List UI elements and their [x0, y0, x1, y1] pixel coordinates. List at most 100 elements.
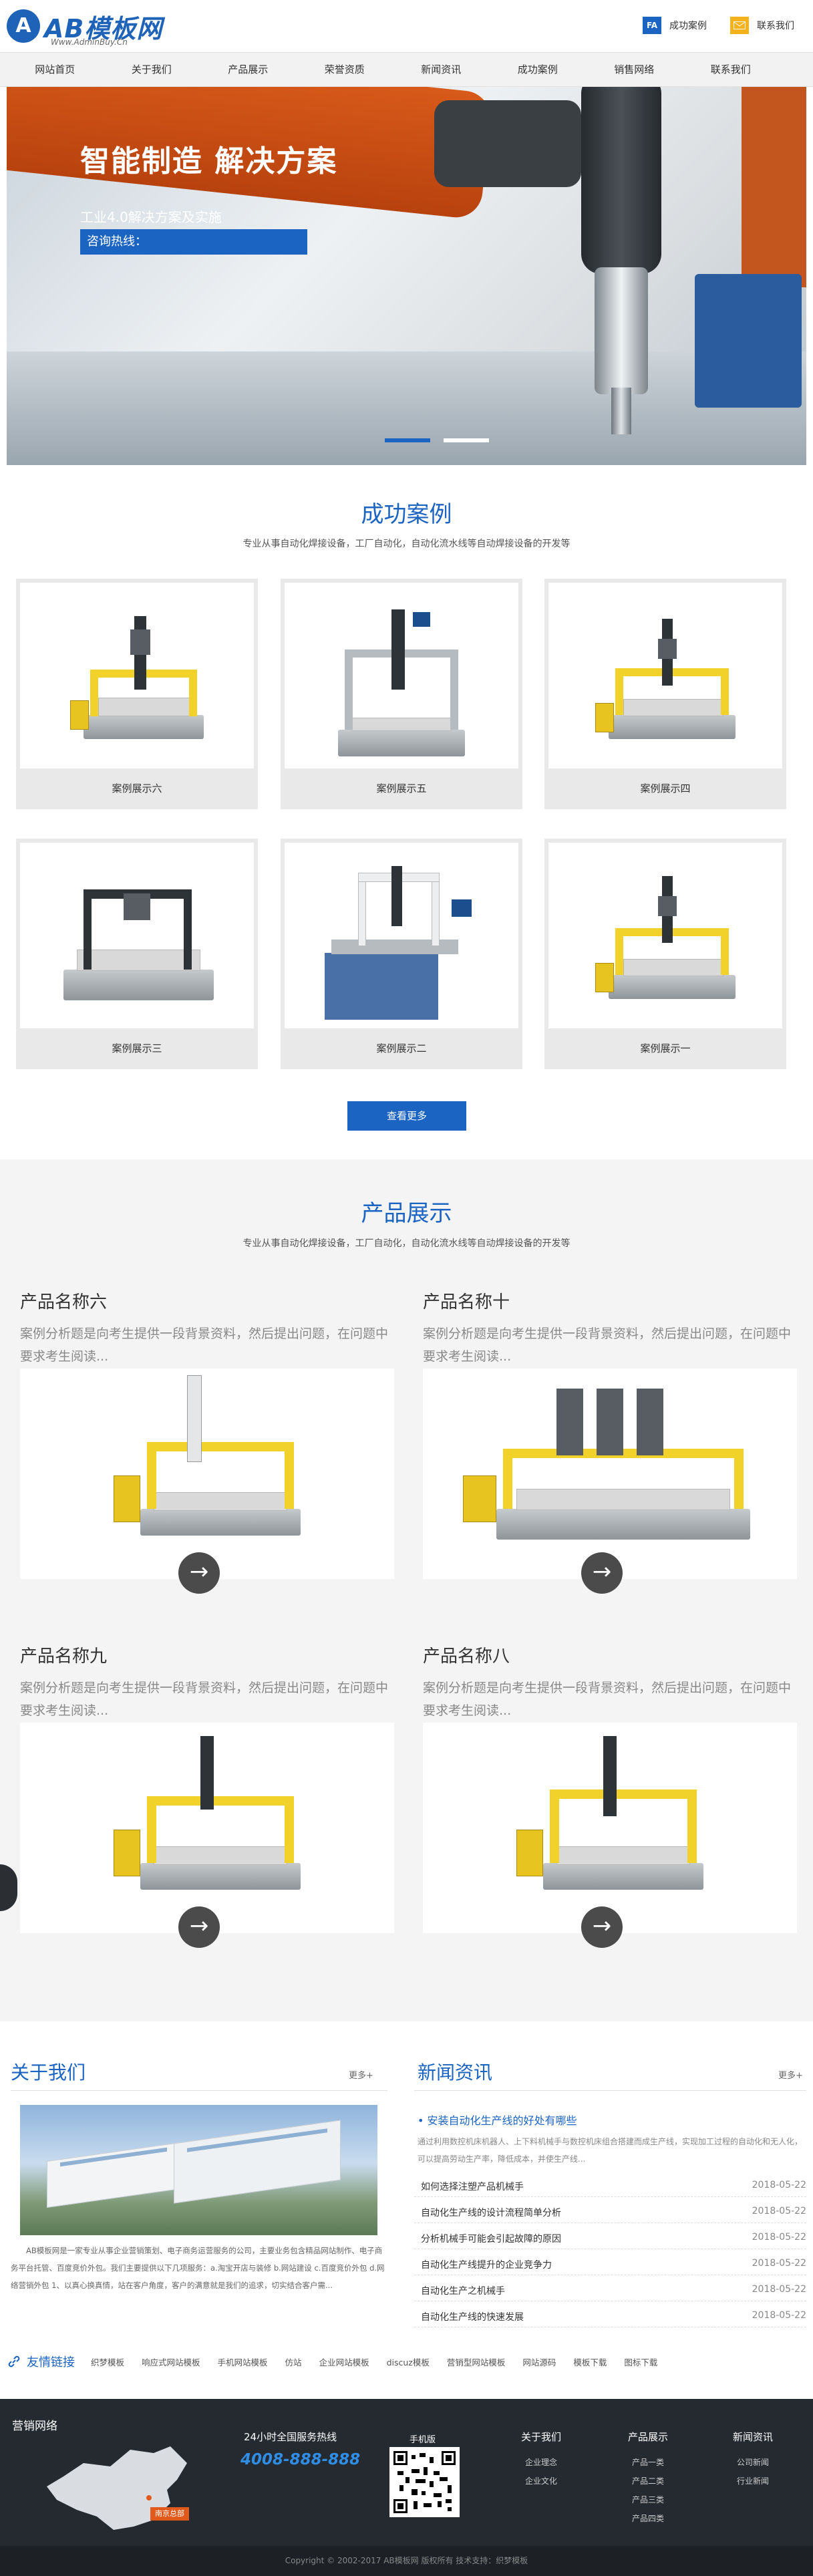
banner-floor	[7, 351, 806, 465]
news-item[interactable]: 分析机械手可能会引起故障的原因 2018-05-22	[414, 2224, 806, 2249]
news-item-title: 自动化生产线的快速发展	[421, 2312, 524, 2323]
site-logo[interactable]: A AB模板网 Www.AdminBuy.Cn	[7, 5, 167, 47]
footer-col-link[interactable]: 产品三类	[611, 2490, 685, 2509]
friend-link[interactable]: 图标下载	[624, 2355, 657, 2368]
friend-link[interactable]: 仿站	[285, 2355, 302, 2368]
banner-hotline: 咨询热线：	[80, 229, 307, 255]
case-card[interactable]: 案例展示二	[281, 839, 522, 1069]
view-more-button[interactable]: 查看更多	[347, 1101, 466, 1131]
arrow-right-icon[interactable]: →	[581, 1906, 623, 1948]
news-item-date: 2018-05-22	[752, 2180, 806, 2190]
news-more-link[interactable]: 更多+	[778, 2068, 803, 2081]
top-link-cases-label: 成功案例	[669, 21, 707, 31]
footer-col-title[interactable]: 新闻资讯	[716, 2430, 790, 2444]
product-card[interactable]: 产品名称九 案例分析题是向考生提供一段背景资料，然后提出问题，在问题中要求考生阅…	[20, 1642, 394, 1948]
slider-dot[interactable]	[444, 438, 489, 442]
product-name: 产品名称六	[20, 1292, 108, 1312]
news-item-date: 2018-05-22	[752, 2232, 806, 2243]
footer-col-link[interactable]: 企业文化	[504, 2472, 578, 2490]
footer-col-link[interactable]: 产品四类	[611, 2509, 685, 2528]
mobile-label: 手机版	[410, 2435, 436, 2445]
header: A AB模板网 Www.AdminBuy.Cn FA 成功案例 联系我们	[0, 0, 813, 52]
product-image	[20, 1369, 394, 1579]
friend-link[interactable]: 营销型网站模板	[447, 2355, 506, 2368]
friend-link[interactable]: 响应式网站模板	[142, 2355, 200, 2368]
product-desc: 案例分析题是向考生提供一段背景资料，然后提出问题，在问题中要求考生阅读...	[20, 1681, 389, 1718]
nav-item-home[interactable]: 网站首页	[7, 53, 104, 86]
news-featured-title[interactable]: • 安装自动化生产线的好处有哪些	[418, 2112, 577, 2128]
friend-links-heading: 友情链接	[7, 2353, 75, 2370]
nav-item-cases[interactable]: 成功案例	[490, 53, 587, 86]
about-image	[20, 2105, 377, 2235]
news-item[interactable]: 自动化生产之机械手 2018-05-22	[414, 2276, 806, 2301]
nav-item-about[interactable]: 关于我们	[104, 53, 200, 86]
friend-link[interactable]: 企业网站模板	[319, 2355, 369, 2368]
case-caption: 案例展示五	[376, 782, 427, 795]
about-divider	[11, 2090, 387, 2091]
news-item-date: 2018-05-22	[752, 2258, 806, 2269]
product-name: 产品名称十	[423, 1292, 510, 1312]
about-text: AB模板网是一家专业从事企业营销策划、电子商务运营服务的公司，主要业务包含精品网…	[11, 2246, 385, 2290]
footer-col-link[interactable]: 企业理念	[504, 2453, 578, 2472]
footer-col-link[interactable]: 公司新闻	[716, 2453, 790, 2472]
friend-link[interactable]: discuz模板	[387, 2355, 430, 2368]
product-card[interactable]: 产品名称十 案例分析题是向考生提供一段背景资料，然后提出问题，在问题中要求考生阅…	[423, 1288, 797, 1594]
case-card[interactable]: 案例展示四	[544, 579, 786, 809]
news-item[interactable]: 自动化生产线提升的企业竞争力 2018-05-22	[414, 2250, 806, 2275]
case-caption: 案例展示六	[112, 782, 162, 795]
case-card[interactable]: 案例展示六	[16, 579, 258, 809]
product-card[interactable]: 产品名称六 案例分析题是向考生提供一段背景资料，然后提出问题，在问题中要求考生阅…	[20, 1288, 394, 1594]
nav-item-news[interactable]: 新闻资讯	[393, 53, 490, 86]
news-item-title: 如何选择注塑产品机械手	[421, 2182, 524, 2192]
nav-item-honors[interactable]: 荣誉资质	[297, 53, 393, 86]
case-caption: 案例展示四	[640, 782, 691, 795]
news-item-title: 自动化生产线提升的企业竞争力	[421, 2260, 552, 2271]
nav-item-contact[interactable]: 联系我们	[683, 53, 780, 86]
slider-dot-active[interactable]	[385, 438, 430, 442]
top-link-contact[interactable]: 联系我们	[730, 16, 794, 35]
about-more-link[interactable]: 更多+	[349, 2068, 373, 2081]
product-image	[20, 1723, 394, 1933]
friend-link[interactable]: 织梦模板	[91, 2355, 124, 2368]
case-card[interactable]: 案例展示一	[544, 839, 786, 1069]
link-icon	[7, 2354, 21, 2369]
news-item[interactable]: 自动化生产线的快速发展 2018-05-22	[414, 2302, 806, 2327]
news-item[interactable]: 如何选择注塑产品机械手 2018-05-22	[414, 2172, 806, 2197]
arrow-right-icon[interactable]: →	[178, 1906, 220, 1948]
friend-link[interactable]: 手机网站模板	[218, 2355, 268, 2368]
footer-col-link[interactable]: 产品一类	[611, 2453, 685, 2472]
product-card[interactable]: 产品名称八 案例分析题是向考生提供一段背景资料，然后提出问题，在问题中要求考生阅…	[423, 1642, 797, 1948]
logo-mark: A	[7, 9, 40, 43]
case-image	[285, 843, 518, 1028]
products-title: 产品展示	[361, 1200, 452, 1227]
news-item-date: 2018-05-22	[752, 2206, 806, 2216]
footer: 营销网络 南京总部 24小时全国服务热线 4008-888-888 手机版 关于…	[0, 2399, 813, 2546]
mail-icon	[730, 17, 749, 34]
product-image	[423, 1723, 797, 1933]
footer-col-title[interactable]: 产品展示	[611, 2430, 685, 2444]
case-card[interactable]: 案例展示五	[281, 579, 522, 809]
copyright: Copyright © 2002-2017 AB模板网 版权所有 技术支持：织梦…	[0, 2546, 813, 2576]
qr-code	[389, 2447, 460, 2517]
footer-col-link[interactable]: 行业新闻	[716, 2472, 790, 2490]
logo-url: Www.AdminBuy.Cn	[51, 37, 128, 47]
news-title: 新闻资讯	[418, 2061, 493, 2084]
cases-title: 成功案例	[361, 501, 452, 528]
banner-subtitle: 工业4.0解决方案及实施	[80, 209, 222, 225]
top-link-cases[interactable]: FA 成功案例	[643, 16, 707, 35]
product-desc: 案例分析题是向考生提供一段背景资料，然后提出问题，在问题中要求考生阅读...	[20, 1326, 389, 1364]
product-name: 产品名称八	[423, 1647, 510, 1667]
friend-link[interactable]: 模板下载	[573, 2355, 607, 2368]
news-item[interactable]: 自动化生产线的设计流程简单分析 2018-05-22	[414, 2198, 806, 2223]
arrow-right-icon[interactable]: →	[178, 1552, 220, 1594]
footer-col-link[interactable]: 产品二类	[611, 2472, 685, 2490]
banner-robot-body	[581, 87, 661, 274]
nav-item-products[interactable]: 产品展示	[200, 53, 297, 86]
nav-item-sales[interactable]: 销售网络	[586, 53, 683, 86]
footer-col-title[interactable]: 关于我们	[504, 2430, 578, 2444]
case-image	[20, 583, 254, 768]
friend-link[interactable]: 网站源码	[522, 2355, 556, 2368]
arrow-right-icon[interactable]: →	[581, 1552, 623, 1594]
case-card[interactable]: 案例展示三	[16, 839, 258, 1069]
top-link-contact-label: 联系我们	[757, 21, 794, 31]
